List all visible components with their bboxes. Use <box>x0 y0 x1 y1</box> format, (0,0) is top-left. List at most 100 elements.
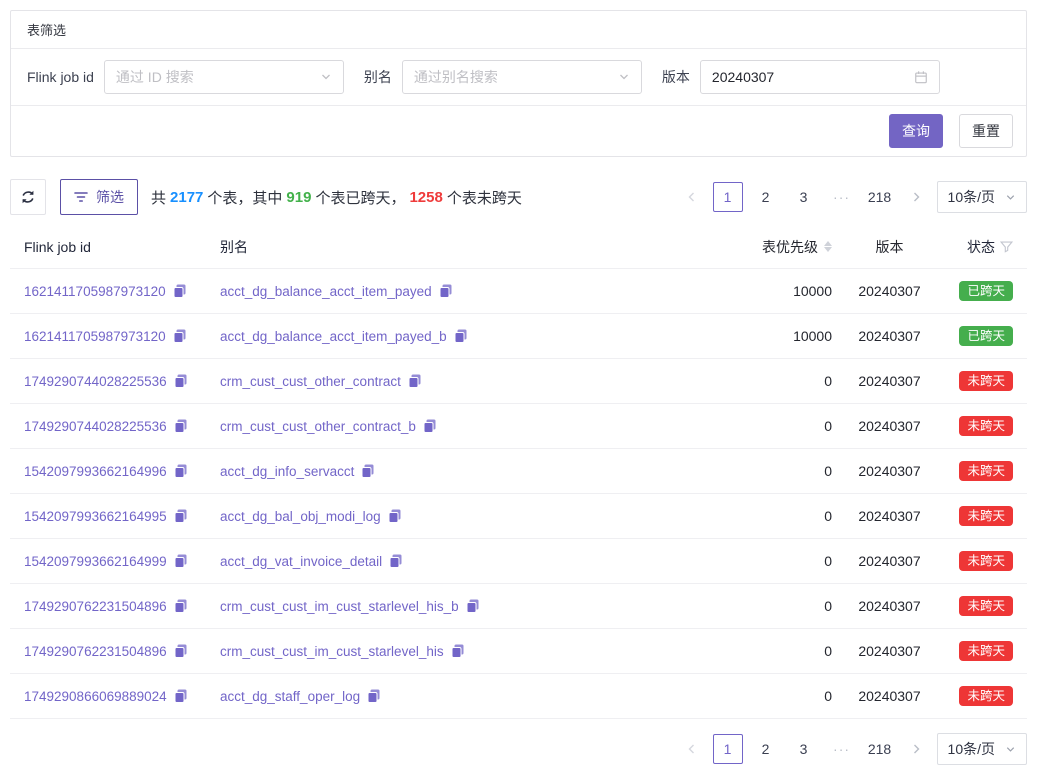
reset-button[interactable]: 重置 <box>959 114 1013 148</box>
table-row: 1542097993662164996 acct_dg_info_servacc… <box>10 449 1027 494</box>
table-row: 1621411705987973120 acct_dg_balance_acct… <box>10 269 1027 314</box>
table-row: 1749290866069889024 acct_dg_staff_oper_l… <box>10 674 1027 719</box>
pagination-page-218[interactable]: 218 <box>865 182 895 212</box>
page-size-value: 10条/页 <box>948 187 995 207</box>
copy-icon[interactable] <box>361 464 375 478</box>
table-row: 1749290762231504896 crm_cust_cust_im_cus… <box>10 629 1027 674</box>
status-badge: 未跨天 <box>959 641 1013 662</box>
row-id-link[interactable]: 1542097993662164996 <box>24 464 167 479</box>
row-alias-link[interactable]: acct_dg_staff_oper_log <box>220 689 360 704</box>
alias-select[interactable]: 通过别名搜索 <box>402 60 642 94</box>
pagination-page-2[interactable]: 2 <box>751 182 781 212</box>
row-alias-link[interactable]: acct_dg_balance_acct_item_payed_b <box>220 329 447 344</box>
copy-icon[interactable] <box>174 644 188 658</box>
copy-icon[interactable] <box>174 599 188 613</box>
pagination-page-1[interactable]: 1 <box>713 734 743 764</box>
bottom-bar: 123···218 10条/页 <box>10 733 1027 765</box>
copy-icon[interactable] <box>174 419 188 433</box>
row-alias-link[interactable]: crm_cust_cust_im_cust_starlevel_his_b <box>220 599 459 614</box>
filter-button-label: 筛选 <box>96 187 124 207</box>
row-version: 20240307 <box>832 598 947 614</box>
row-id-link[interactable]: 1749290762231504896 <box>24 599 167 614</box>
row-alias-link[interactable]: acct_dg_vat_invoice_detail <box>220 554 382 569</box>
copy-icon[interactable] <box>174 509 188 523</box>
row-priority: 0 <box>662 643 832 659</box>
pagination-page-1[interactable]: 1 <box>713 182 743 212</box>
status-badge: 未跨天 <box>959 371 1013 392</box>
chevron-down-icon <box>320 71 332 83</box>
row-id-link[interactable]: 1621411705987973120 <box>24 284 166 299</box>
table-row: 1542097993662164999 acct_dg_vat_invoice_… <box>10 539 1027 584</box>
copy-icon[interactable] <box>174 554 188 568</box>
copy-icon[interactable] <box>408 374 422 388</box>
pagination-next[interactable] <box>903 734 929 764</box>
pagination-next[interactable] <box>903 182 929 212</box>
status-badge: 未跨天 <box>959 686 1013 707</box>
version-date-input[interactable]: 20240307 <box>700 60 940 94</box>
copy-icon[interactable] <box>173 284 187 298</box>
refresh-button[interactable] <box>10 179 46 215</box>
pagination-prev[interactable] <box>679 734 705 764</box>
pagination-page-2[interactable]: 2 <box>751 734 781 764</box>
copy-icon[interactable] <box>174 689 188 703</box>
page: 表筛选 Flink job id 通过 ID 搜索 别名 通过别名搜索 <box>0 0 1037 767</box>
pagination-page-3[interactable]: 3 <box>789 734 819 764</box>
copy-icon[interactable] <box>439 284 453 298</box>
sort-icon[interactable] <box>824 241 832 252</box>
flink-job-id-label: Flink job id <box>27 69 94 85</box>
row-id-link[interactable]: 1542097993662164995 <box>24 509 167 524</box>
filter-button[interactable]: 筛选 <box>60 179 138 215</box>
copy-icon[interactable] <box>388 509 402 523</box>
row-version: 20240307 <box>832 643 947 659</box>
alias-field: 别名 通过别名搜索 <box>364 60 642 94</box>
col-header-version: 版本 <box>832 237 947 257</box>
row-id-link[interactable]: 1749290762231504896 <box>24 644 167 659</box>
row-id-link[interactable]: 1542097993662164999 <box>24 554 167 569</box>
copy-icon[interactable] <box>451 644 465 658</box>
version-value: 20240307 <box>712 69 774 85</box>
copy-icon[interactable] <box>454 329 468 343</box>
not-crossed-count: 1258 <box>409 189 442 206</box>
query-button[interactable]: 查询 <box>889 114 943 148</box>
pagination-prev[interactable] <box>679 182 705 212</box>
pagination: 123···218 10条/页 <box>679 733 1027 765</box>
row-alias-link[interactable]: crm_cust_cust_other_contract_b <box>220 419 416 434</box>
calendar-icon <box>914 70 928 84</box>
row-alias-link[interactable]: acct_dg_bal_obj_modi_log <box>220 509 381 524</box>
row-version: 20240307 <box>832 463 947 479</box>
copy-icon[interactable] <box>173 329 187 343</box>
row-priority: 0 <box>662 508 832 524</box>
flink-job-id-select[interactable]: 通过 ID 搜索 <box>104 60 344 94</box>
page-size-select[interactable]: 10条/页 <box>937 733 1027 765</box>
row-alias-link[interactable]: acct_dg_info_servacct <box>220 464 354 479</box>
col-header-priority[interactable]: 表优先级 <box>662 237 832 257</box>
row-alias-link[interactable]: crm_cust_cust_im_cust_starlevel_his <box>220 644 444 659</box>
column-filter-funnel-icon[interactable] <box>1000 241 1013 253</box>
col-header-id: Flink job id <box>10 239 220 255</box>
row-priority: 0 <box>662 598 832 614</box>
row-alias-link[interactable]: acct_dg_balance_acct_item_payed <box>220 284 432 299</box>
pagination-page-3[interactable]: 3 <box>789 182 819 212</box>
copy-icon[interactable] <box>174 464 188 478</box>
page-size-select[interactable]: 10条/页 <box>937 181 1027 213</box>
pagination-pages: 123···218 <box>713 182 895 212</box>
row-version: 20240307 <box>832 373 947 389</box>
row-id-link[interactable]: 1749290866069889024 <box>24 689 167 704</box>
chevron-down-icon <box>1005 192 1016 203</box>
row-id-link[interactable]: 1621411705987973120 <box>24 329 166 344</box>
row-id-link[interactable]: 1749290744028225536 <box>24 374 167 389</box>
copy-icon[interactable] <box>367 689 381 703</box>
copy-icon[interactable] <box>423 419 437 433</box>
status-badge: 已跨天 <box>959 326 1013 347</box>
row-alias-link[interactable]: crm_cust_cust_other_contract <box>220 374 401 389</box>
table-row: 1749290744028225536 crm_cust_cust_other_… <box>10 404 1027 449</box>
copy-icon[interactable] <box>174 374 188 388</box>
status-badge: 未跨天 <box>959 461 1013 482</box>
copy-icon[interactable] <box>466 599 480 613</box>
pagination-page-218[interactable]: 218 <box>865 734 895 764</box>
row-id-link[interactable]: 1749290744028225536 <box>24 419 167 434</box>
alias-label: 别名 <box>364 67 392 87</box>
copy-icon[interactable] <box>389 554 403 568</box>
table-row: 1542097993662164995 acct_dg_bal_obj_modi… <box>10 494 1027 539</box>
crossed-count: 919 <box>286 189 311 206</box>
